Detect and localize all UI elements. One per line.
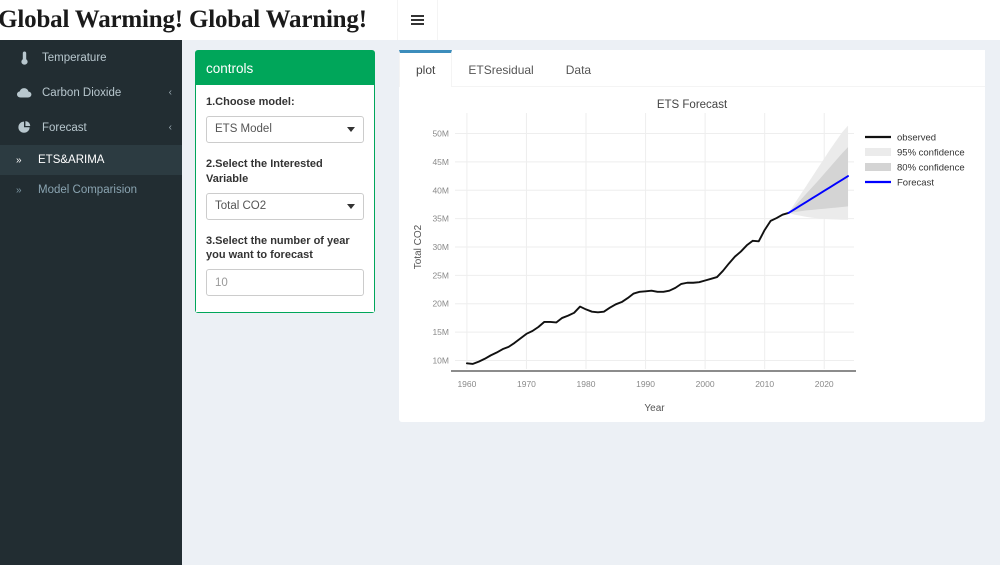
tab-bar: plot ETSresidual Data [399,50,985,87]
sidebar-item-model-comparision[interactable]: » Model Comparision [0,175,182,205]
sidebar-item-forecast[interactable]: Forecast ‹ [0,110,182,145]
variable-select[interactable]: Total CO2 [206,192,364,220]
variable-select-value: Total CO2 [215,200,267,213]
plot-tab-panel: plot ETSresidual Data ETS Forecast 10M 15… [399,50,985,422]
model-select-value: ETS Model [215,123,272,136]
svg-text:45M: 45M [432,157,449,167]
thermometer-icon [14,51,34,65]
svg-text:20M: 20M [432,299,449,309]
forecast-years-label: 3.Select the number of year you want to … [206,234,350,262]
tab-plot[interactable]: plot [399,50,453,87]
sidebar-item-label: Carbon Dioxide [42,86,122,99]
tab-label: plot [416,63,436,77]
svg-text:2000: 2000 [696,379,715,389]
hamburger-icon [411,13,424,27]
svg-text:Total CO2: Total CO2 [413,224,424,269]
controls-panel: controls 1.Choose model: ETS Model 2.Sel… [195,50,375,314]
svg-text:95% confidence: 95% confidence [897,148,965,159]
chevron-down-icon [347,126,355,132]
sidebar-item-ets-arima[interactable]: » ETS&ARIMA [0,145,182,175]
sidebar-item-label: Temperature [42,51,107,64]
forecast-years-input[interactable]: 10 [206,269,364,297]
chart-container: ETS Forecast 10M 15M 20M 25M 30M 35M 40M 45M 50M… [399,87,985,422]
model-select-label: 1.Choose model: [206,96,295,108]
tab-label: Data [565,63,592,77]
sidebar-subitem-label: ETS&ARIMA [38,154,105,166]
svg-text:10M: 10M [432,355,449,365]
tab-label: ETSresidual [468,63,534,77]
svg-text:1980: 1980 [577,379,596,389]
svg-text:35M: 35M [432,214,449,224]
sidebar: Temperature Carbon Dioxide ‹ Forecast ‹ [0,40,182,565]
ets-forecast-chart: 10M 15M 20M 25M 30M 35M 40M 45M 50M 1960 1970 1980 1… [413,113,965,414]
sidebar-toggle-button[interactable] [398,0,438,40]
sidebar-subitem-label: Model Comparision [38,184,138,196]
sidebar-item-label: Forecast [42,121,87,134]
cloud-icon [14,87,34,98]
controls-panel-title: controls [196,53,374,85]
svg-text:Year: Year [644,403,665,414]
svg-text:1970: 1970 [517,379,536,389]
app-header: Global Warming! Global Warning! [0,0,1000,40]
svg-text:2010: 2010 [755,379,774,389]
double-chevron-right-icon: » [16,154,22,166]
sidebar-item-temperature[interactable]: Temperature [0,40,182,75]
header-spacer [438,0,1000,39]
svg-text:1960: 1960 [457,379,476,389]
chevron-left-icon[interactable]: ‹ [169,122,172,133]
chevron-left-icon[interactable]: ‹ [169,87,172,98]
tab-data[interactable]: Data [550,50,607,87]
chevron-down-icon [347,203,355,209]
svg-text:observed: observed [897,133,936,144]
svg-text:50M: 50M [432,129,449,139]
forecast-years-value: 10 [215,276,228,289]
model-control-group: 1.Choose model: ETS Model [206,95,364,143]
sidebar-item-carbon-dioxide[interactable]: Carbon Dioxide ‹ [0,75,182,110]
svg-text:30M: 30M [432,242,449,252]
svg-text:80% confidence: 80% confidence [897,163,965,174]
svg-text:40M: 40M [432,185,449,195]
svg-text:2020: 2020 [815,379,834,389]
variable-select-label: 2.Select the Interested Variable [206,157,323,185]
page-title: Global Warming! Global Warning! [0,6,367,33]
svg-text:Forecast: Forecast [897,178,934,189]
dashboard-root: Global Warming! Global Warning! Temperat… [0,0,1000,565]
tab-etsresidual[interactable]: ETSresidual [452,50,549,87]
variable-control-group: 2.Select the Interested Variable Total C… [206,157,364,220]
years-control-group: 3.Select the number of year you want to … [206,234,364,297]
svg-text:15M: 15M [432,327,449,337]
double-chevron-right-icon: » [16,184,22,196]
controls-panel-body: 1.Choose model: ETS Model 2.Select the I… [196,85,374,313]
pie-chart-icon [14,121,34,134]
svg-text:1990: 1990 [636,379,655,389]
svg-text:25M: 25M [432,270,449,280]
model-select[interactable]: ETS Model [206,115,364,143]
brand-area: Global Warming! Global Warning! [0,0,398,40]
